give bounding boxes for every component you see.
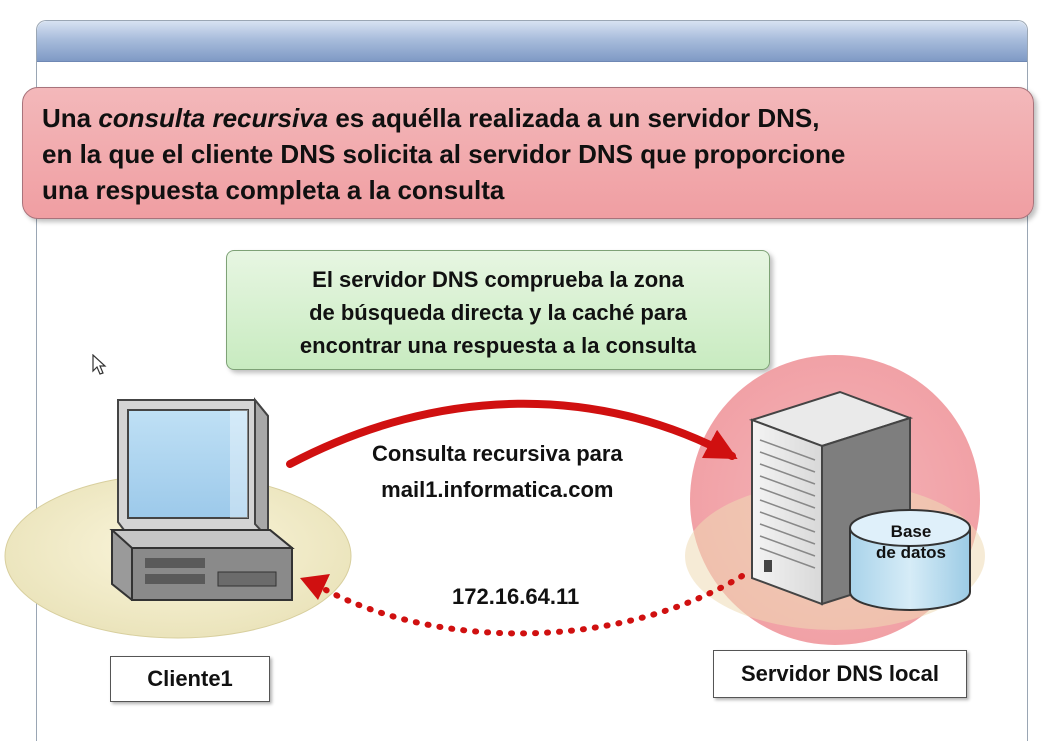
- database-label-line-2: de datos: [876, 543, 946, 562]
- database-label-line-1: Base: [890, 522, 932, 541]
- query-label-line-1: Consulta recursiva para: [372, 441, 623, 466]
- query-label-line-2: mail1.informatica.com: [381, 477, 614, 502]
- client-computer-icon: [109, 397, 295, 601]
- query-label: Consulta recursiva para mail1.informatic…: [372, 436, 623, 508]
- mouse-cursor-icon: [92, 354, 107, 375]
- client-label: Cliente1: [110, 656, 270, 702]
- response-ip-label: 172.16.64.11: [452, 584, 580, 609]
- server-label: Servidor DNS local: [713, 650, 967, 698]
- dns-diagram: [4, 355, 985, 645]
- database-label: Base de datos: [866, 521, 956, 563]
